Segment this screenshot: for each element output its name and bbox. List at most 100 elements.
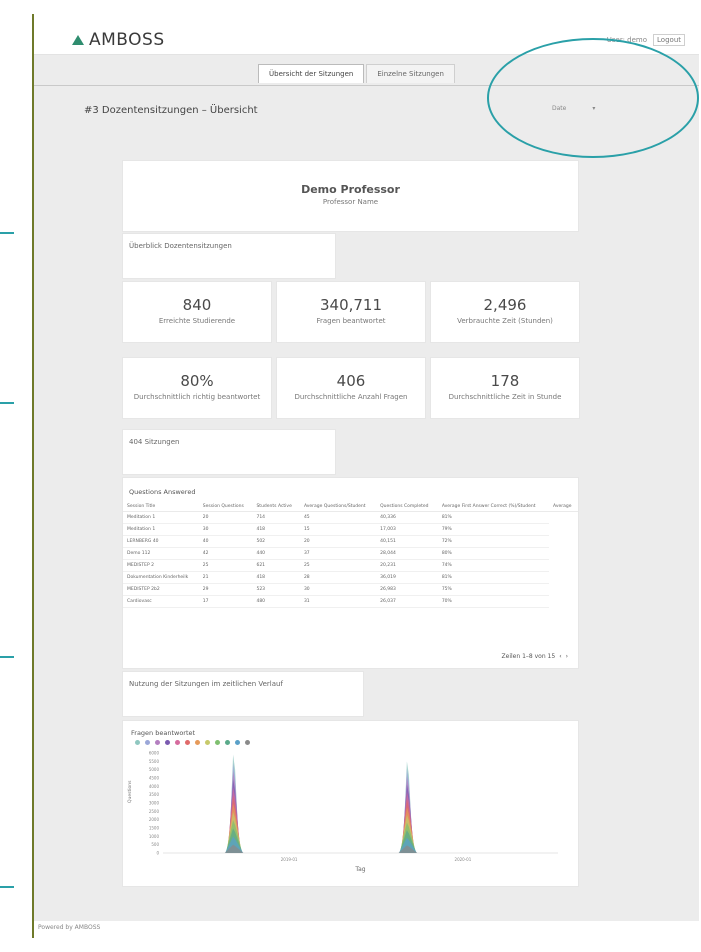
y-axis-label: Questions bbox=[127, 780, 133, 803]
y-tick-label: 1000 bbox=[149, 834, 160, 839]
y-tick-label: 5000 bbox=[149, 767, 160, 772]
table-header-cell[interactable]: Average Questions/Student bbox=[299, 502, 377, 512]
y-tick-label: 6000 bbox=[149, 751, 160, 756]
table-cell: 80% bbox=[437, 547, 550, 560]
table-cell: 17 bbox=[198, 595, 253, 608]
questions-table: Session Title Session Questions Students A… bbox=[123, 502, 578, 608]
y-tick-label: 1500 bbox=[149, 826, 160, 831]
y-tick-label: 4000 bbox=[149, 784, 160, 789]
pager-label: Zeilen 1–8 von 15 bbox=[501, 653, 556, 660]
table-cell: 440 bbox=[252, 547, 300, 560]
pager-next-icon[interactable]: › bbox=[566, 653, 568, 660]
table-cell: 502 bbox=[252, 535, 300, 548]
questions-table-title: Questions Answered bbox=[129, 488, 196, 496]
table-header-cell[interactable]: Students Active bbox=[252, 502, 300, 512]
table-cell: Meditation 1 bbox=[123, 511, 199, 524]
table-cell: 36,019 bbox=[376, 571, 438, 584]
table-cell: 72% bbox=[437, 535, 550, 548]
kpi-questions: 340,711 Fragen beantwortet bbox=[276, 281, 426, 343]
table-cell: 25 bbox=[299, 559, 377, 572]
tab-bar: Übersicht der Sitzungen Einzelne Sitzung… bbox=[258, 64, 457, 83]
table-cell: Demo 112 bbox=[123, 547, 199, 560]
tab-overview[interactable]: Übersicht der Sitzungen bbox=[258, 64, 365, 83]
questions-chart: Questions 0 500 1000 1500 2000 2500 3000 3500 400… bbox=[127, 751, 558, 873]
table-cell: 79% bbox=[437, 523, 550, 536]
y-tick-label: 3500 bbox=[149, 792, 160, 797]
table-row: Dokumentation Kinderheilk 21 418 28 36,019 81… bbox=[123, 571, 578, 584]
table-pager: Zeilen 1–8 von 15 ‹ › bbox=[502, 653, 568, 660]
table-cell: 29 bbox=[198, 583, 253, 596]
sessions-section-label: 404 Sitzungen bbox=[129, 438, 180, 446]
questions-table-card: Questions Answered Session Title Session … bbox=[122, 477, 579, 669]
table-header-cell[interactable]: Session Title bbox=[123, 502, 199, 512]
table-cell: 37 bbox=[299, 547, 377, 560]
x-tick-label: 2020-01 bbox=[455, 857, 472, 862]
table-cell: 621 bbox=[252, 559, 300, 572]
table-cell: 28 bbox=[299, 571, 377, 584]
table-cell: 30 bbox=[299, 583, 377, 596]
kpi-value: 178 bbox=[490, 372, 520, 390]
table-cell: 70% bbox=[437, 595, 550, 608]
kpi-time: 2,496 Verbrauchte Zeit (Stunden) bbox=[430, 281, 580, 343]
table-cell: 40 bbox=[198, 535, 253, 548]
table-cell: 40,151 bbox=[376, 535, 438, 548]
kpi-value: 840 bbox=[182, 296, 212, 314]
x-tick-label: 2019-01 bbox=[281, 857, 298, 862]
table-cell: 81% bbox=[437, 571, 550, 584]
kpi-avg-time: 178 Durchschnittliche Zeit in Stunde bbox=[430, 357, 580, 419]
table-cell: 31 bbox=[299, 595, 377, 608]
table-row: Meditation 1 30 418 15 17,003 79% bbox=[123, 523, 578, 536]
table-cell: 75% bbox=[437, 583, 550, 596]
kpi-label: Durchschnittliche Zeit in Stunde bbox=[448, 393, 562, 401]
highlight-circle bbox=[487, 38, 699, 158]
table-cell: Dokumentation Kinderheilk bbox=[123, 571, 199, 584]
table-header-row: Session Title Session Questions Students A… bbox=[123, 502, 578, 512]
table-cell: 45 bbox=[299, 511, 377, 524]
table-row: MEDISTEP 2b2 29 523 30 26,983 75% bbox=[123, 583, 578, 596]
table-header-cell[interactable]: Average bbox=[549, 502, 578, 512]
table-cell: 26,037 bbox=[376, 595, 438, 608]
table-header-cell[interactable]: Average First Answer Correct (%)/Student bbox=[437, 502, 550, 512]
table-cell: 40,336 bbox=[376, 511, 438, 524]
tab-single-sessions[interactable]: Einzelne Sitzungen bbox=[366, 64, 455, 83]
kpi-label: Erreichte Studierende bbox=[158, 317, 236, 325]
table-cell: 523 bbox=[252, 583, 300, 596]
professor-name: Demo Professor bbox=[301, 183, 400, 196]
kpi-value: 80% bbox=[180, 372, 214, 390]
table-header-cell[interactable]: Session Questions bbox=[198, 502, 253, 512]
table-cell: MEDISTEP 2b2 bbox=[123, 583, 199, 596]
kpi-label: Durchschnittlich richtig beantwortet bbox=[133, 393, 261, 401]
edge-marker bbox=[0, 656, 14, 658]
overview-section: Überblick Dozentensitzungen bbox=[122, 233, 336, 279]
kpi-label: Verbrauchte Zeit (Stunden) bbox=[457, 317, 553, 325]
table-cell: 25 bbox=[198, 559, 253, 572]
edge-marker bbox=[0, 232, 14, 234]
table-cell: Cardiovasc bbox=[123, 595, 199, 608]
table-cell: 15 bbox=[299, 523, 377, 536]
kpi-correct: 80% Durchschnittlich richtig beantwortet bbox=[122, 357, 272, 419]
professor-subtitle: Professor Name bbox=[322, 198, 379, 206]
kpi-value: 2,496 bbox=[483, 296, 527, 314]
table-cell: 418 bbox=[252, 523, 300, 536]
brand-name: AMBOSS bbox=[89, 30, 165, 50]
y-tick-label: 5500 bbox=[149, 759, 160, 764]
table-row: Meditation 1 20 714 45 40,336 81% bbox=[123, 511, 578, 524]
professor-card: Demo Professor Professor Name bbox=[122, 160, 579, 232]
table-cell: 74% bbox=[437, 559, 550, 572]
table-cell: 20 bbox=[198, 511, 253, 524]
y-tick-label: 4500 bbox=[149, 776, 160, 781]
table-cell: 42 bbox=[198, 547, 253, 560]
amboss-logo[interactable]: AMBOSS bbox=[72, 30, 165, 50]
logout-button[interactable]: Logout bbox=[653, 34, 685, 46]
usage-section: Nutzung der Sitzungen im zeitlichen Verl… bbox=[122, 671, 364, 717]
pager-prev-icon[interactable]: ‹ bbox=[559, 653, 561, 660]
table-header-cell[interactable]: Questions Completed bbox=[376, 502, 438, 512]
y-tick-label: 0 bbox=[156, 851, 159, 856]
table-cell: MEDISTEP 2 bbox=[123, 559, 199, 572]
edge-marker bbox=[0, 402, 14, 404]
table-cell: 480 bbox=[252, 595, 300, 608]
table-cell: Meditation 1 bbox=[123, 523, 199, 536]
table-cell: 20 bbox=[299, 535, 377, 548]
y-tick-label: 500 bbox=[151, 842, 159, 847]
y-tick-label: 3000 bbox=[149, 801, 160, 806]
